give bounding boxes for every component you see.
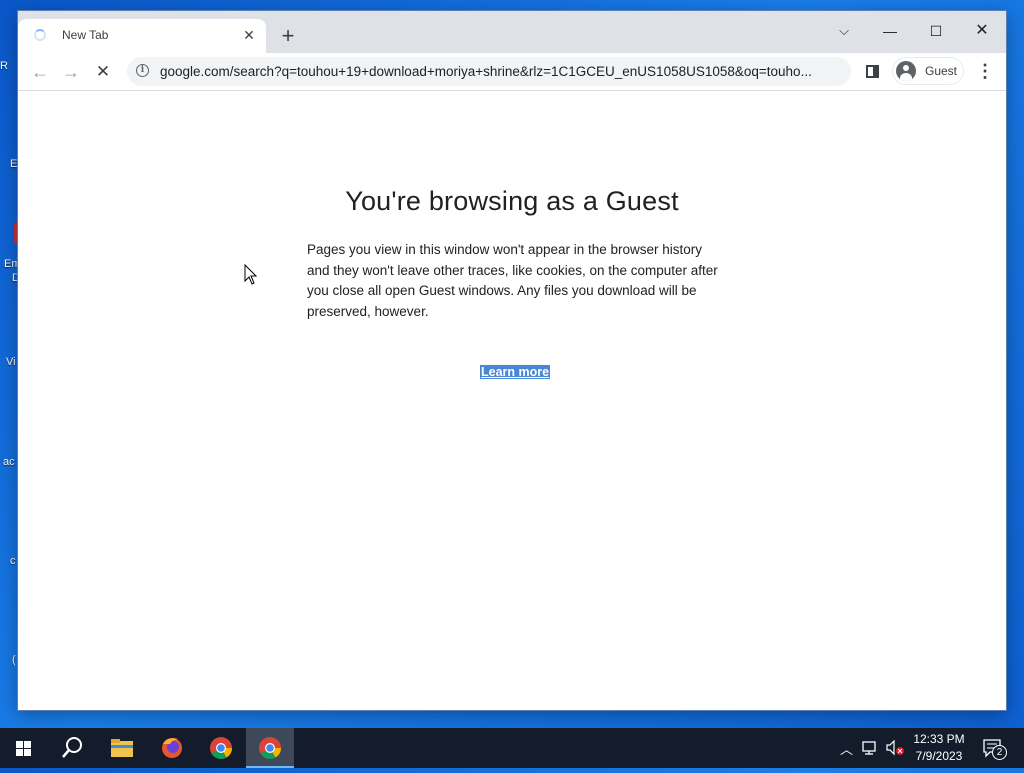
- start-button[interactable]: [0, 728, 48, 768]
- chrome-icon: [259, 737, 281, 759]
- volume-muted-icon[interactable]: [885, 740, 905, 756]
- new-tab-button[interactable]: +: [276, 25, 300, 49]
- clock-date[interactable]: 7/9/2023: [904, 749, 974, 763]
- taskbar-search-button[interactable]: [48, 728, 96, 768]
- learn-more-link[interactable]: Learn more: [480, 365, 551, 379]
- address-bar[interactable]: i google.com/search?q=touhou+19+download…: [127, 57, 851, 86]
- tab-strip: New Tab ✕ + ⌵ — ☐ ✕: [18, 11, 1006, 53]
- profile-button[interactable]: Guest: [892, 57, 964, 85]
- taskbar-file-explorer[interactable]: [98, 728, 146, 768]
- tab-search-button[interactable]: ⌵: [824, 17, 864, 45]
- maximize-button[interactable]: ☐: [916, 17, 956, 45]
- stop-loading-button[interactable]: ✕: [90, 59, 116, 85]
- profile-label: Guest: [925, 64, 958, 78]
- site-info-icon[interactable]: i: [136, 64, 149, 77]
- notification-center-button[interactable]: 2: [982, 738, 1007, 760]
- page-title: You're browsing as a Guest: [345, 186, 679, 216]
- close-window-button[interactable]: ✕: [962, 17, 1002, 45]
- browser-menu-button[interactable]: ⋮: [976, 59, 994, 85]
- file-explorer-icon: [111, 739, 133, 757]
- desktop-icon-label[interactable]: R: [0, 60, 20, 72]
- tray-chevron-up-icon[interactable]: ︿: [840, 739, 853, 758]
- chrome-icon: [210, 737, 232, 759]
- guest-description: Pages you view in this window won't appe…: [307, 242, 718, 319]
- windows-start-icon: [16, 741, 31, 756]
- page-content: You're browsing as a Guest Pages you vie…: [18, 91, 1006, 710]
- minimize-button[interactable]: —: [870, 17, 910, 45]
- notification-count-badge: 2: [992, 745, 1007, 760]
- clock-time[interactable]: 12:33 PM: [904, 732, 974, 746]
- mouse-cursor-icon: [244, 264, 258, 285]
- tab-close-icon[interactable]: ✕: [240, 26, 258, 44]
- loading-spinner-icon: [34, 29, 46, 41]
- network-icon[interactable]: [862, 740, 880, 756]
- back-button[interactable]: ←: [27, 59, 53, 85]
- forward-button[interactable]: →: [58, 59, 84, 85]
- search-icon: [62, 737, 82, 758]
- tab-title: New Tab: [62, 28, 109, 42]
- taskbar-chrome[interactable]: [197, 728, 245, 768]
- firefox-icon: [162, 738, 182, 758]
- url-text[interactable]: google.com/search?q=touhou+19+download+m…: [160, 64, 840, 79]
- guest-avatar-icon: [896, 61, 916, 81]
- taskbar: ︿ 12:33 PM 7/9/2023 2: [0, 728, 1024, 768]
- side-panel-icon[interactable]: [866, 65, 879, 78]
- tab-new-tab[interactable]: New Tab ✕: [18, 19, 266, 53]
- browser-window: New Tab ✕ + ⌵ — ☐ ✕ ← → ✕ i google.com/s…: [18, 11, 1006, 710]
- taskbar-chrome-active[interactable]: [246, 728, 294, 768]
- toolbar: ← → ✕ i google.com/search?q=touhou+19+do…: [18, 53, 1006, 91]
- taskbar-firefox[interactable]: [148, 728, 196, 768]
